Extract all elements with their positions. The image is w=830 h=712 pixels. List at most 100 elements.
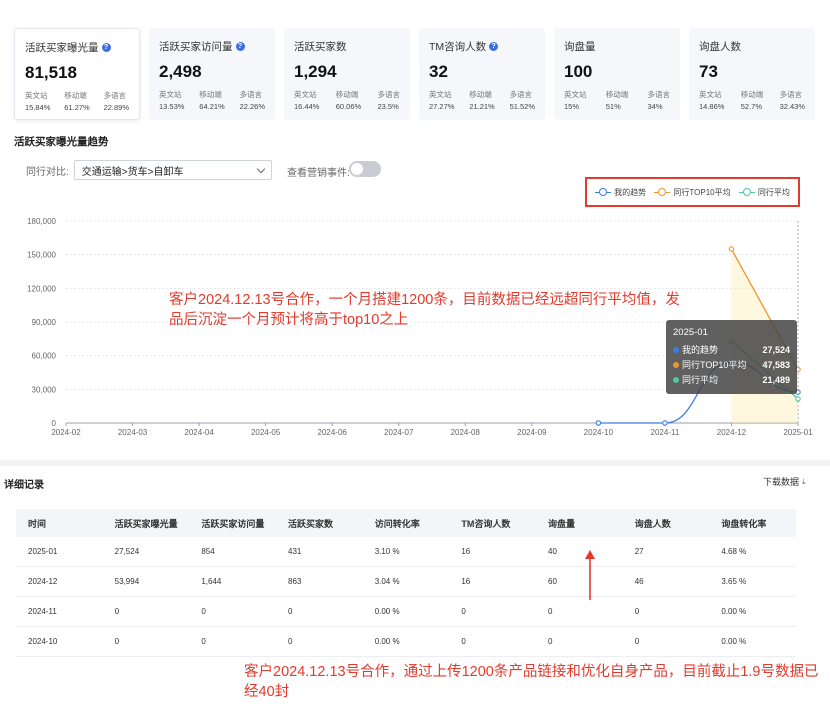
- legend-item-avg[interactable]: 同行平均: [738, 187, 790, 198]
- table-cell: 0: [548, 607, 553, 616]
- x-tick-label: 2024-11: [651, 428, 680, 437]
- y-tick-label: 180,000: [27, 217, 56, 226]
- metric-card-buyers[interactable]: 活跃买家数 1,294 英文站 16.44% 移动端 60.06% 多语言 23.5%: [284, 28, 410, 120]
- table-row: 2024-11 0 0 0 0.00 % 0 0 0 0.00 %: [16, 597, 796, 627]
- legend-item-mine[interactable]: 我的趋势: [595, 187, 646, 198]
- table-cell: 0.00 %: [374, 607, 400, 616]
- card-sub: 英文站 15.84%: [25, 91, 51, 112]
- table-cell: 53,994: [114, 577, 140, 586]
- card-sub: 英文站 13.53%: [159, 90, 185, 111]
- table-cell: 3.65 %: [721, 577, 747, 586]
- column-header: 询盘量: [548, 518, 576, 529]
- table-row: 2024-12 53,994 1,644 863 3.04 % 16 60 46…: [16, 567, 796, 597]
- column-header: 访问转化率: [374, 518, 420, 529]
- line-marker-icon: [654, 188, 671, 196]
- table-row: 2024-10 0 0 0 0.00 % 0 0 0 0.00 %: [16, 627, 796, 657]
- card-sub: 多语言 22.26%: [239, 90, 265, 111]
- table-cell: 0.00 %: [374, 637, 400, 646]
- industry-select[interactable]: 交通运输>货车>自卸车: [73, 160, 272, 180]
- series-dot-icon: [673, 346, 679, 353]
- table-cell: 0: [114, 607, 120, 616]
- card-title: 询盘量: [564, 41, 596, 53]
- legend-item-top10[interactable]: 同行TOP10平均: [654, 187, 731, 198]
- x-tick-label: 2024-04: [184, 428, 214, 437]
- table-cell: 3.10 %: [374, 547, 400, 556]
- y-tick-label: 60,000: [32, 352, 57, 361]
- data-point: [728, 246, 735, 252]
- table-cell: 27: [634, 547, 644, 556]
- download-icon: ⤓: [802, 476, 806, 486]
- x-tick-label: 2024-02: [51, 428, 81, 437]
- column-header: 活跃买家曝光量: [114, 518, 178, 529]
- info-icon[interactable]: ?: [489, 42, 499, 51]
- table-annotation: 客户2024.12.13号合作，通过上传1200条产品链接和优化自身产品，目前截…: [244, 664, 819, 700]
- card-title: 活跃买家曝光量?: [25, 40, 129, 55]
- column-header: 询盘人数: [634, 518, 671, 529]
- y-tick-label: 30,000: [32, 385, 57, 394]
- tooltip-row: 我的趋势 27,524: [673, 343, 790, 356]
- info-icon[interactable]: ?: [101, 43, 111, 52]
- metric-card-inquiries[interactable]: 询盘量 100 英文站 15% 移动端 51% 多语言 34%: [554, 28, 680, 120]
- table-cell: 431: [288, 547, 302, 556]
- table-cell: 854: [201, 547, 215, 556]
- card-sub: 英文站 15%: [564, 90, 587, 111]
- card-sub: 多语言 34%: [647, 90, 671, 111]
- metric-card-exposure[interactable]: 活跃买家曝光量? 81,518 英文站 15.84% 移动端 61.27% 多语言 2…: [14, 28, 140, 120]
- data-point: [595, 420, 602, 426]
- metric-card-tm[interactable]: TM咨询人数? 32 英文站 27.27% 移动端 21.21% 多语言 51.52%: [419, 28, 545, 120]
- table-cell: 0: [634, 607, 640, 616]
- card-value: 81,518: [25, 63, 77, 82]
- compare-filter: 同行对比: 交通运输>货车>自卸车: [26, 160, 272, 180]
- table-row: 2025-01 27,524 854 431 3.10 % 16 40 27 4…: [16, 537, 796, 567]
- x-tick-label: 2025-01: [783, 428, 813, 437]
- table-cell: 0: [288, 607, 293, 616]
- column-header: 活跃买家数: [288, 518, 334, 529]
- table-cell: 0: [461, 637, 466, 646]
- column-header: 时间: [28, 518, 47, 529]
- y-tick-label: 90,000: [32, 318, 57, 327]
- card-title: 活跃买家数: [294, 41, 347, 53]
- chart-tooltip: 2025-01 我的趋势 27,524 同行TOP10平均 47,583 同行平均 2…: [666, 320, 797, 394]
- card-value: 32: [429, 62, 448, 81]
- marketing-event-label: 查看营销事件:: [287, 168, 350, 179]
- data-point: [662, 420, 668, 426]
- x-tick-label: 2024-12: [717, 428, 747, 437]
- table-cell: 0: [461, 607, 466, 616]
- info-icon[interactable]: ?: [235, 42, 245, 51]
- marketing-event-toggle[interactable]: [349, 161, 381, 177]
- card-sub: 英文站 16.44%: [294, 90, 320, 111]
- table-cell: 16: [461, 577, 471, 586]
- card-value: 2,498: [159, 62, 202, 81]
- card-sub: 英文站 14.86%: [699, 90, 725, 111]
- download-button[interactable]: 下载数据 ⤓: [763, 475, 806, 488]
- column-header: 活跃买家访问量: [201, 518, 265, 529]
- card-title: 活跃买家访问量?: [159, 39, 265, 54]
- table-cell: 4.68 %: [721, 547, 747, 556]
- card-sub: 移动端 60.06%: [335, 90, 362, 111]
- card-title: TM咨询人数?: [429, 39, 535, 54]
- table-cell: 0.00 %: [721, 637, 747, 646]
- tooltip-title: 2025-01: [673, 327, 708, 338]
- metric-card-visits[interactable]: 活跃买家访问量? 2,498 英文站 13.53% 移动端 64.21% 多语言 22…: [149, 28, 275, 120]
- up-arrow-icon: [585, 550, 595, 600]
- x-tick-label: 2024-06: [318, 428, 348, 437]
- line-marker-icon: [738, 188, 755, 196]
- table-cell: 863: [288, 577, 302, 586]
- metric-card-inquirers[interactable]: 询盘人数 73 英文站 14.86% 移动端 52.7% 多语言 32.43%: [689, 28, 815, 120]
- table-cell: 0: [548, 637, 553, 646]
- column-header: TM咨询人数: [461, 518, 511, 529]
- table-cell: 0: [288, 637, 293, 646]
- card-sub: 移动端 51%: [605, 90, 629, 111]
- table-header: 时间 活跃买家曝光量 活跃买家访问量 活跃买家数 访问转化率 TM咨询人数 询盘…: [16, 509, 796, 537]
- x-tick-label: 2024-03: [118, 428, 148, 437]
- table-cell: 60: [548, 577, 557, 586]
- metric-cards: 活跃买家曝光量? 81,518 英文站 15.84% 移动端 61.27% 多语言 2…: [14, 28, 815, 120]
- table-cell: 3.04 %: [374, 577, 400, 586]
- x-tick-label: 2024-05: [251, 428, 281, 437]
- chart-annotation: 客户2024.12.13号合作，一个月搭建1200条，目前数据已经远超同行平均值…: [169, 292, 680, 328]
- table-cell: 0.00 %: [721, 607, 747, 616]
- detail-title: 详细记录: [4, 480, 44, 491]
- card-value: 73: [699, 62, 718, 81]
- card-sub: 移动端 64.21%: [199, 90, 225, 111]
- card-sub: 移动端 61.27%: [64, 91, 90, 112]
